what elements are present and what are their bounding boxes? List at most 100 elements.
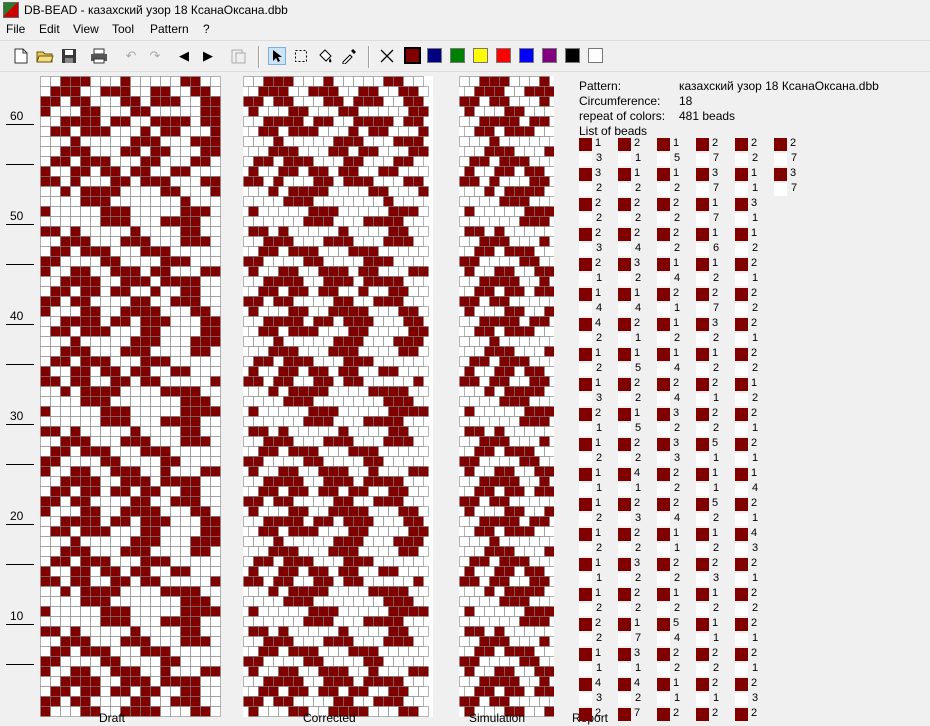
bead-cell[interactable]: [160, 326, 171, 337]
bead-cell[interactable]: [484, 566, 495, 577]
bead-cell[interactable]: [180, 206, 191, 217]
bead-cell[interactable]: [298, 686, 309, 697]
bead-cell[interactable]: [180, 296, 191, 307]
bead-cell[interactable]: [338, 546, 349, 557]
bead-cell[interactable]: [293, 496, 304, 507]
bead-cell[interactable]: [373, 536, 384, 547]
bead-cell[interactable]: [150, 426, 161, 437]
bead-cell[interactable]: [100, 206, 111, 217]
bead-cell[interactable]: [210, 306, 221, 317]
bead-cell[interactable]: [519, 456, 530, 467]
bead-cell[interactable]: [100, 356, 111, 367]
bead-cell[interactable]: [150, 166, 161, 177]
bead-cell[interactable]: [403, 96, 414, 107]
bead-cell[interactable]: [288, 106, 299, 117]
bead-cell[interactable]: [190, 176, 201, 187]
bead-cell[interactable]: [40, 476, 51, 487]
bead-cell[interactable]: [180, 76, 191, 87]
bead-cell[interactable]: [393, 296, 404, 307]
bead-cell[interactable]: [328, 126, 339, 137]
bead-cell[interactable]: [403, 236, 414, 247]
bead-cell[interactable]: [80, 346, 91, 357]
bead-cell[interactable]: [100, 246, 111, 257]
bead-cell[interactable]: [200, 596, 211, 607]
bead-cell[interactable]: [378, 646, 389, 657]
bead-cell[interactable]: [200, 326, 211, 337]
bead-cell[interactable]: [413, 416, 424, 427]
bead-cell[interactable]: [484, 646, 495, 657]
bead-cell[interactable]: [120, 176, 131, 187]
bead-cell[interactable]: [80, 146, 91, 157]
bead-cell[interactable]: [388, 86, 399, 97]
bead-cell[interactable]: [479, 516, 490, 527]
bead-cell[interactable]: [303, 456, 314, 467]
bead-cell[interactable]: [100, 276, 111, 287]
bead-cell[interactable]: [524, 666, 535, 677]
bead-cell[interactable]: [140, 476, 151, 487]
bead-cell[interactable]: [519, 416, 530, 427]
bead-cell[interactable]: [494, 246, 505, 257]
bead-cell[interactable]: [110, 536, 121, 547]
bead-cell[interactable]: [539, 556, 550, 567]
bead-cell[interactable]: [469, 316, 480, 327]
bead-cell[interactable]: [474, 126, 485, 137]
bead-cell[interactable]: [150, 286, 161, 297]
bead-cell[interactable]: [398, 426, 409, 437]
bead-cell[interactable]: [524, 566, 535, 577]
bead-cell[interactable]: [489, 376, 500, 387]
bead-cell[interactable]: [50, 316, 61, 327]
bead-cell[interactable]: [170, 536, 181, 547]
bead-cell[interactable]: [80, 226, 91, 237]
bead-cell[interactable]: [90, 406, 101, 417]
bead-cell[interactable]: [393, 416, 404, 427]
bead-cell[interactable]: [393, 156, 404, 167]
bead-cell[interactable]: [140, 376, 151, 387]
bead-cell[interactable]: [40, 586, 51, 597]
bead-cell[interactable]: [484, 366, 495, 377]
bead-cell[interactable]: [484, 126, 495, 137]
bead-cell[interactable]: [459, 436, 470, 447]
bead-cell[interactable]: [210, 606, 221, 617]
bead-cell[interactable]: [333, 296, 344, 307]
bead-cell[interactable]: [464, 506, 475, 517]
bead-cell[interactable]: [534, 666, 545, 677]
bead-cell[interactable]: [70, 396, 81, 407]
bead-cell[interactable]: [519, 376, 530, 387]
bead-cell[interactable]: [383, 196, 394, 207]
bead-cell[interactable]: [388, 606, 399, 617]
bead-cell[interactable]: [343, 336, 354, 347]
bead-cell[interactable]: [80, 96, 91, 107]
bead-cell[interactable]: [333, 676, 344, 687]
bead-cell[interactable]: [160, 546, 171, 557]
bead-cell[interactable]: [90, 176, 101, 187]
bead-cell[interactable]: [150, 76, 161, 87]
bead-cell[interactable]: [273, 596, 284, 607]
bead-cell[interactable]: [293, 376, 304, 387]
bead-cell[interactable]: [529, 76, 540, 87]
bead-cell[interactable]: [140, 696, 151, 707]
bead-cell[interactable]: [308, 406, 319, 417]
bead-cell[interactable]: [50, 176, 61, 187]
bead-cell[interactable]: [318, 686, 329, 697]
bead-cell[interactable]: [150, 446, 161, 457]
bead-cell[interactable]: [90, 586, 101, 597]
bead-cell[interactable]: [40, 96, 51, 107]
bead-cell[interactable]: [60, 696, 71, 707]
bead-cell[interactable]: [504, 406, 515, 417]
bead-cell[interactable]: [293, 216, 304, 227]
color-swatch-green[interactable]: [450, 48, 465, 63]
bead-cell[interactable]: [248, 486, 259, 497]
bead-cell[interactable]: [388, 346, 399, 357]
bead-cell[interactable]: [323, 656, 334, 667]
bead-cell[interactable]: [160, 266, 171, 277]
bead-cell[interactable]: [150, 516, 161, 527]
bead-cell[interactable]: [504, 646, 515, 657]
bead-cell[interactable]: [418, 506, 429, 517]
bead-cell[interactable]: [323, 676, 334, 687]
bead-cell[interactable]: [308, 466, 319, 477]
bead-cell[interactable]: [534, 586, 545, 597]
bead-cell[interactable]: [358, 366, 369, 377]
bead-cell[interactable]: [210, 126, 221, 137]
bead-cell[interactable]: [373, 436, 384, 447]
bead-cell[interactable]: [499, 436, 510, 447]
